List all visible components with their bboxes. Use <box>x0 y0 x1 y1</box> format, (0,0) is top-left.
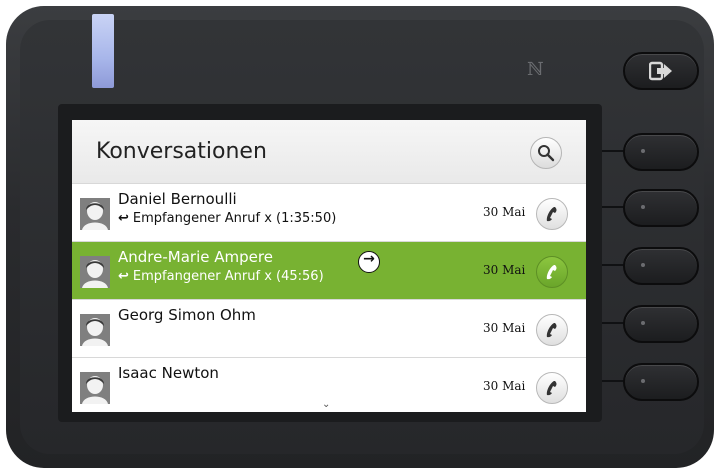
call-detail: ↩ Empfangener Anruf x (1:35:50) <box>118 211 336 226</box>
search-button[interactable] <box>530 137 562 169</box>
conversation-date: 30 Mai <box>483 263 526 277</box>
search-icon <box>538 145 555 162</box>
phone-icon <box>546 381 557 396</box>
call-detail: ↩ Empfangener Anruf x (45:56) <box>118 269 324 284</box>
phone-icon <box>546 265 557 280</box>
key-dot <box>641 205 645 209</box>
line-key-4[interactable] <box>623 305 699 343</box>
exit-hardware-button[interactable] <box>623 52 699 90</box>
line-key-3[interactable] <box>623 247 699 285</box>
display-screen: Konversationen Daniel Bernoulli ↩ Empfang… <box>72 120 586 412</box>
scroll-down-indicator: ⌄ <box>322 399 331 410</box>
conversation-row[interactable]: Daniel Bernoulli ↩ Empfangener Anruf x (1… <box>72 183 586 241</box>
phone-icon <box>546 207 557 222</box>
conversation-row-selected[interactable]: Andre-Marie Ampere ↩ Empfangener Anruf x … <box>72 241 586 299</box>
contact-name: Isaac Newton <box>118 364 219 382</box>
call-button[interactable] <box>536 198 568 230</box>
avatar-icon <box>80 372 110 404</box>
line-key-2[interactable] <box>623 189 699 227</box>
page-title: Konversationen <box>96 139 267 164</box>
contact-name: Andre-Marie Ampere <box>118 248 273 266</box>
contact-name: Georg Simon Ohm <box>118 306 256 324</box>
details-arrow-button[interactable]: → <box>358 251 380 273</box>
call-detail-text: Empfangener Anruf x (45:56) <box>132 269 324 284</box>
phone-icon <box>546 323 557 338</box>
key-dot <box>641 149 645 153</box>
avatar-icon <box>80 256 110 288</box>
call-detail-text: Empfangener Anruf x (1:35:50) <box>132 211 337 226</box>
exit-icon <box>649 61 672 81</box>
conversation-date: 30 Mai <box>483 205 526 219</box>
incoming-call-icon: ↩ <box>118 211 129 226</box>
conversation-row[interactable]: Georg Simon Ohm 30 Mai <box>72 299 586 357</box>
call-button[interactable] <box>536 314 568 346</box>
key-dot <box>641 321 645 325</box>
key-dot <box>641 379 645 383</box>
incoming-call-icon: ↩ <box>118 269 129 284</box>
call-button[interactable] <box>536 256 568 288</box>
avatar-icon <box>80 314 110 346</box>
nfc-icon: ℕ <box>527 59 544 80</box>
conversation-date: 30 Mai <box>483 321 526 335</box>
contact-name: Daniel Bernoulli <box>118 190 237 208</box>
key-dot <box>641 263 645 267</box>
arrow-right-icon: → <box>363 251 375 267</box>
conversation-date: 30 Mai <box>483 379 526 393</box>
avatar-icon <box>80 198 110 230</box>
title-bar: Konversationen <box>72 120 586 183</box>
line-key-5[interactable] <box>623 363 699 401</box>
message-led <box>92 14 114 88</box>
line-key-1[interactable] <box>623 133 699 171</box>
call-button[interactable] <box>536 372 568 404</box>
